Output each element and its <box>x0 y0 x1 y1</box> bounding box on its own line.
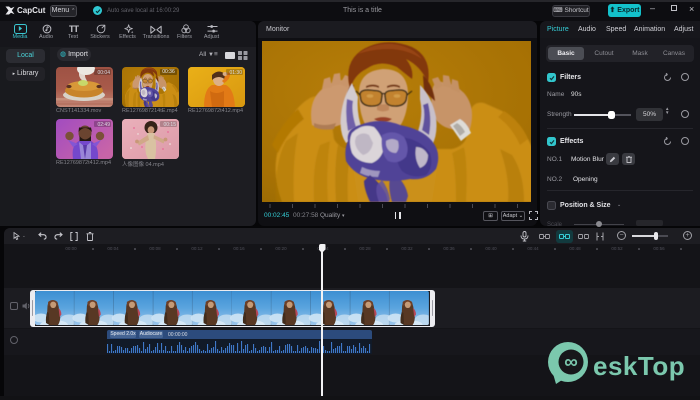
svg-text:00:04: 00:04 <box>97 70 110 76</box>
svg-text:00:15: 00:15 <box>163 122 176 128</box>
svg-text:∞: ∞ <box>564 352 578 373</box>
svg-text:01:30: 01:30 <box>229 70 242 76</box>
svg-text:02:49: 02:49 <box>97 122 110 128</box>
svg-text:eskTop: eskTop <box>593 351 685 381</box>
